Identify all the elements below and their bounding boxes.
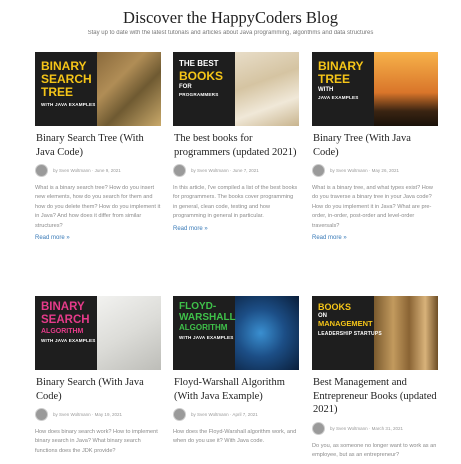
post-title[interactable]: Binary Tree (With Java Code) — [313, 132, 438, 159]
thumbnail-text: BINARY — [41, 59, 87, 73]
avatar — [312, 421, 325, 435]
thumbnail-text: TREE — [318, 72, 351, 86]
post-title[interactable]: Floyd-Warshall Algorithm (With Java Exam… — [174, 376, 299, 403]
thumbnail-subtext: WITH JAVA EXAMPLES — [179, 335, 234, 340]
post-thumbnail[interactable]: FLOYD- WARSHALL ALGORITHM WITH JAVA EXAM… — [173, 296, 299, 370]
post-excerpt: Do you, as someone no longer want to wor… — [312, 442, 437, 458]
post-excerpt: What is a binary search tree? How do you… — [35, 185, 161, 229]
thumbnail-text: SEARCH — [41, 314, 90, 326]
thumbnail-text: FOR — [179, 84, 192, 90]
post-excerpt: How does binary search work? How to impl… — [35, 429, 158, 454]
post-title[interactable]: The best books for programmers (updated … — [174, 132, 299, 159]
post-byline: by Sven Woltmann · June 9, 2021 — [53, 168, 121, 173]
thumbnail-text: THE BEST — [179, 59, 219, 68]
post-byline: by Sven Woltmann · June 7, 2021 — [191, 168, 259, 173]
thumbnail-text: WITH — [318, 87, 334, 93]
page-title: Discover the HappyCoders Blog — [123, 8, 338, 27]
post-byline: by Sven Woltmann · May 19, 2021 — [53, 412, 122, 417]
thumbnail-text: MANAGEMENT — [318, 319, 373, 328]
avatar — [35, 164, 48, 177]
thumbnail-photo — [374, 52, 438, 126]
post-thumbnail[interactable]: BINARY TREE WITH JAVA EXAMPLES — [312, 52, 438, 126]
thumbnail-subtext: LEADERSHIP STARTUPS — [318, 331, 382, 337]
post-byline: by Sven Woltmann · March 31, 2021 — [330, 425, 403, 431]
post-meta: by Sven Woltmann · May 26, 2021 — [312, 164, 438, 177]
post-excerpt: What is a binary tree, and what types ex… — [312, 185, 433, 229]
post-card: BINARY TREE WITH JAVA EXAMPLES Binary Tr… — [312, 52, 438, 241]
thumbnail-text: BINARY — [41, 301, 85, 313]
post-byline: by Sven Woltmann · May 26, 2021 — [330, 168, 399, 173]
thumbnail-text: ALGORITHM — [41, 328, 84, 335]
read-more-link[interactable]: Read more » — [312, 235, 438, 241]
avatar — [35, 408, 48, 421]
blog-section: Discover the HappyCoders Blog Stay up to… — [0, 0, 461, 464]
avatar — [173, 164, 186, 177]
post-meta: by Sven Woltmann · April 7, 2021 — [173, 408, 299, 421]
thumbnail-subtext: JAVA EXAMPLES — [318, 95, 359, 100]
post-card: THE BEST BOOKS FOR PROGRAMMERS The best … — [173, 52, 299, 232]
thumbnail-text: FLOYD- — [179, 301, 217, 312]
post-card: BOOKS ON MANAGEMENT LEADERSHIP STARTUPS … — [312, 296, 438, 460]
thumbnail-text: BOOKS — [318, 302, 352, 312]
post-thumbnail[interactable]: BOOKS ON MANAGEMENT LEADERSHIP STARTUPS — [312, 296, 438, 370]
post-excerpt: In this article, I've compiled a list of… — [173, 185, 298, 220]
post-card: BINARY SEARCH TREE WITH JAVA EXAMPLES Bi… — [35, 52, 161, 241]
thumbnail-subtext: WITH JAVA EXAMPLES — [41, 338, 96, 343]
thumbnail-text: SEARCH — [41, 72, 92, 86]
thumbnail-text: TREE — [41, 85, 74, 99]
post-title[interactable]: Best Management and Entrepreneur Books (… — [313, 376, 438, 417]
post-card: BINARY SEARCH ALGORITHM WITH JAVA EXAMPL… — [35, 296, 161, 456]
page-subtitle: Stay up to date with the latest tutorial… — [87, 30, 374, 36]
thumbnail-text: BOOKS — [179, 69, 224, 83]
avatar — [312, 164, 325, 177]
post-meta: by Sven Woltmann · June 7, 2021 — [173, 164, 299, 177]
post-meta: by Sven Woltmann · March 31, 2021 — [312, 421, 438, 435]
post-meta: by Sven Woltmann · May 19, 2021 — [35, 408, 161, 421]
thumbnail-text: ALGORITHM — [179, 323, 228, 332]
post-title[interactable]: Binary Search (With Java Code) — [36, 376, 161, 403]
post-thumbnail[interactable]: BINARY SEARCH TREE WITH JAVA EXAMPLES — [35, 52, 161, 126]
post-meta: by Sven Woltmann · June 9, 2021 — [35, 164, 161, 177]
thumbnail-photo — [235, 52, 299, 126]
post-thumbnail[interactable]: BINARY SEARCH ALGORITHM WITH JAVA EXAMPL… — [35, 296, 161, 370]
thumbnail-text: BINARY — [318, 59, 364, 73]
avatar — [173, 408, 186, 421]
post-title[interactable]: Binary Search Tree (With Java Code) — [36, 132, 161, 159]
thumbnail-subtext: PROGRAMMERS — [179, 92, 219, 97]
post-excerpt: How does the Floyd-Warshall algorithm wo… — [173, 429, 297, 445]
thumbnail-photo — [97, 296, 161, 370]
read-more-link[interactable]: Read more » — [173, 226, 299, 232]
post-thumbnail[interactable]: THE BEST BOOKS FOR PROGRAMMERS — [173, 52, 299, 126]
thumbnail-photo — [235, 296, 299, 370]
thumbnail-subtext: WITH JAVA EXAMPLES — [41, 102, 96, 107]
thumbnail-photo — [374, 296, 438, 370]
thumbnail-photo — [97, 52, 161, 126]
post-card: FLOYD- WARSHALL ALGORITHM WITH JAVA EXAM… — [173, 296, 299, 447]
post-byline: by Sven Woltmann · April 7, 2021 — [191, 412, 258, 417]
thumbnail-text: WARSHALL — [179, 312, 236, 323]
read-more-link[interactable]: Read more » — [35, 235, 161, 241]
